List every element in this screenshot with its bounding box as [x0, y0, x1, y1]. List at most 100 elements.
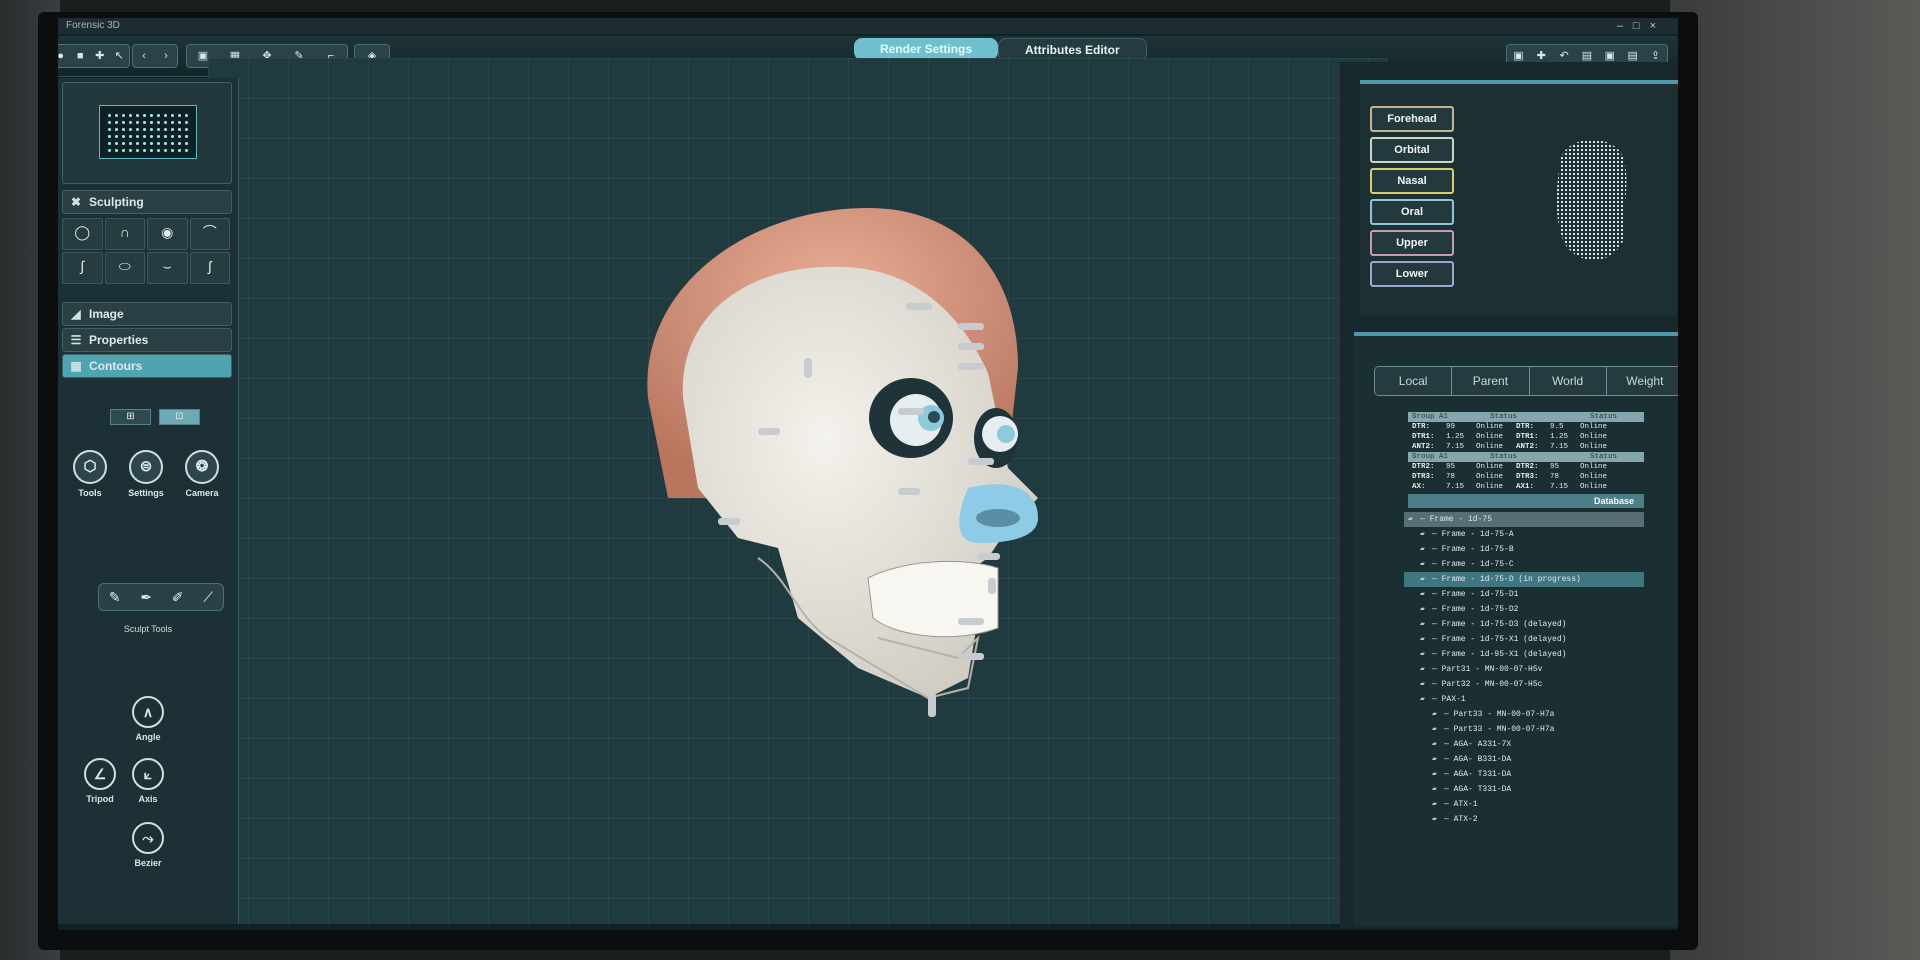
sculpt-tool-icon[interactable]: ⌒: [189, 218, 230, 250]
table-cell: Online: [1476, 423, 1504, 431]
tree-node[interactable]: ▰ — Frame - 1d-95-X1 (delayed): [1404, 647, 1644, 662]
toolbar-icon-button[interactable]: ✚: [90, 47, 110, 65]
brush-icon[interactable]: ✎: [109, 589, 121, 606]
space-tab-world[interactable]: World: [1529, 367, 1607, 395]
region-button-upper[interactable]: Upper: [1370, 230, 1454, 256]
toolbar-icon-button[interactable]: ●: [58, 47, 71, 65]
tree-node[interactable]: ▰ — Frame - 1d-75: [1404, 512, 1644, 527]
tree-node[interactable]: ▰ — Frame - 1d-75-D3 (delayed): [1404, 617, 1644, 632]
sculpt-tool-icon[interactable]: ʃ: [189, 252, 230, 284]
sculpt-tool-icon[interactable]: ◯: [62, 218, 103, 250]
table-header-cell: [1540, 452, 1590, 462]
mode-grid-button[interactable]: ⊞: [110, 409, 151, 425]
region-button-oral[interactable]: Oral: [1370, 199, 1454, 225]
3d-viewport[interactable]: [208, 58, 1388, 924]
wrench-icon: ✖: [70, 195, 82, 209]
tab-render-settings[interactable]: Render Settings: [854, 38, 999, 60]
tree-node[interactable]: ▰ — Frame - 1d-75-X1 (delayed): [1404, 632, 1644, 647]
room-background-right: [1670, 0, 1920, 960]
tripod-icon: ∠: [84, 758, 116, 790]
tree-node[interactable]: ▰ — Part32 - MN-00-07-H5c: [1404, 677, 1644, 692]
tree-node[interactable]: ▰ — Frame - 1d-75-B: [1404, 542, 1644, 557]
sculpt-tool-icon[interactable]: ∩: [104, 218, 145, 250]
table-cell: ANT2:: [1516, 443, 1539, 451]
section-sculpting[interactable]: ✖ Sculpting: [62, 190, 232, 214]
toolbar-icon-button[interactable]: ↖: [110, 47, 130, 65]
tree-node[interactable]: ▰ — ATX-1: [1404, 797, 1644, 812]
table-cell: AX:: [1412, 483, 1426, 491]
space-selector: Local Parent World Weight: [1374, 366, 1678, 396]
pupil-left: [928, 411, 940, 423]
tree-node[interactable]: ▰ — PAX-1: [1404, 692, 1644, 707]
region-button-forehead[interactable]: Forehead: [1370, 106, 1454, 132]
tree-node[interactable]: ▰ — AGA- A331-7X: [1404, 737, 1644, 752]
tree-node[interactable]: ▰ — Part33 - MN-00-07-H7a: [1404, 707, 1644, 722]
tree-node-label: — AGA- T331-DA: [1444, 785, 1512, 794]
tree-node[interactable]: ▰ — AGA- B331-DA: [1404, 752, 1644, 767]
tree-node-label: — Frame - 1d-75-D2: [1432, 605, 1519, 614]
section-properties[interactable]: ☰ Properties: [62, 328, 232, 352]
tree-node[interactable]: ▰ — Frame - 1d-75-C: [1404, 557, 1644, 572]
mode-frame-button[interactable]: ⊡: [159, 409, 200, 425]
folder-icon: ▰: [1420, 530, 1425, 539]
table-cell: DTR1:: [1412, 433, 1435, 441]
table-row: DTR1: 1.25 Online DTR1: 1.25 Online: [1408, 432, 1644, 442]
window-controls[interactable]: –□×: [1617, 18, 1666, 34]
settings-button[interactable]: ⊜ Settings: [120, 450, 172, 498]
tree-node[interactable]: ▰ — Frame - 1d-75-A: [1404, 527, 1644, 542]
toolbar-icon-button[interactable]: ‹: [133, 47, 155, 65]
sculpt-tools-label: Sculpt Tools: [123, 624, 173, 634]
toolbar-group-file[interactable]: ● ■ ✚ ↖: [58, 44, 130, 68]
folder-icon: ▰: [1432, 770, 1437, 779]
table-cell: DTR2:: [1516, 463, 1539, 471]
region-button-orbital[interactable]: Orbital: [1370, 137, 1454, 163]
tree-node-label: — AGA- T331-DA: [1444, 770, 1512, 779]
toolbar-icon-button[interactable]: ›: [155, 47, 177, 65]
space-tab-weight[interactable]: Weight: [1606, 367, 1678, 395]
tools-button[interactable]: ⬡ Tools: [64, 450, 116, 498]
axis-control[interactable]: ⟀ Axis: [120, 758, 176, 804]
tree-node[interactable]: ▰ — ATX-2: [1404, 812, 1644, 827]
bezier-control[interactable]: ⤳ Bezier: [120, 822, 176, 868]
brush-icon[interactable]: ✐: [172, 589, 184, 606]
tree-node[interactable]: ▰ — AGA- T331-DA: [1404, 782, 1644, 797]
brush-icon[interactable]: ⟋: [203, 589, 213, 606]
camera-button[interactable]: ❂ Camera: [176, 450, 228, 498]
tree-node[interactable]: ▰ — Frame - 1d-75-D1: [1404, 587, 1644, 602]
tree-node[interactable]: ▰ — Frame - 1d-75-D2: [1404, 602, 1644, 617]
sculpt-tool-icon[interactable]: ⌣: [147, 252, 188, 284]
sculpt-tool-icon[interactable]: ◉: [147, 218, 188, 250]
section-contours[interactable]: ▦ Contours: [62, 354, 232, 378]
angle-control[interactable]: ∧ Angle: [120, 696, 176, 742]
folder-icon: ▰: [1432, 785, 1437, 794]
table-cell: Online: [1476, 443, 1504, 451]
brush-icon[interactable]: ✒: [140, 589, 152, 606]
folder-icon: ▰: [1420, 665, 1425, 674]
region-button-nasal[interactable]: Nasal: [1370, 168, 1454, 194]
region-button-lower[interactable]: Lower: [1370, 261, 1454, 287]
status-table: Group A1 Status Status DTR: 99 Online DTR: 9.5 O…: [1408, 412, 1644, 508]
sculpt-tool-icon[interactable]: ∫: [62, 252, 103, 284]
tree-node-label: — AGA- A331-7X: [1444, 740, 1512, 749]
tree-node[interactable]: ▰ — Frame - 1d-75-D (in progress): [1404, 572, 1644, 587]
preview-thumbnail[interactable]: [99, 105, 197, 159]
table-cell: 7.15: [1550, 483, 1569, 491]
tree-node[interactable]: ▰ — Part33 - MN-00-07-H7a: [1404, 722, 1644, 737]
tree-node[interactable]: ▰ — AGA- T331-DA: [1404, 767, 1644, 782]
sculpt-tool-grid: ◯ ∩ ◉ ⌒ ∫ ⬭ ⌣ ʃ: [62, 218, 230, 284]
space-tab-local[interactable]: Local: [1375, 367, 1453, 395]
table-cell: 7.15: [1550, 443, 1569, 451]
right-panel: Forehead Orbital Nasal Oral Upper Lower Local…: [1340, 62, 1678, 928]
tree-node[interactable]: ▰ — Part31 - MN-00-07-H5v: [1404, 662, 1644, 677]
toolbar-icon-button[interactable]: ■: [71, 47, 91, 65]
toolbar-group-nav[interactable]: ‹ ›: [132, 44, 178, 68]
tree-node-label: — Part32 - MN-00-07-H5c: [1432, 680, 1543, 689]
folder-icon: ▰: [1420, 680, 1425, 689]
folder-icon: ▰: [1408, 515, 1413, 524]
sculpt-tool-icon[interactable]: ⬭: [104, 252, 145, 284]
skull-3d-model[interactable]: [628, 198, 1098, 718]
space-tab-parent[interactable]: Parent: [1452, 367, 1530, 395]
folder-icon: ▰: [1420, 620, 1425, 629]
section-image[interactable]: ◢ Image: [62, 302, 232, 326]
folder-icon: ▰: [1420, 590, 1425, 599]
